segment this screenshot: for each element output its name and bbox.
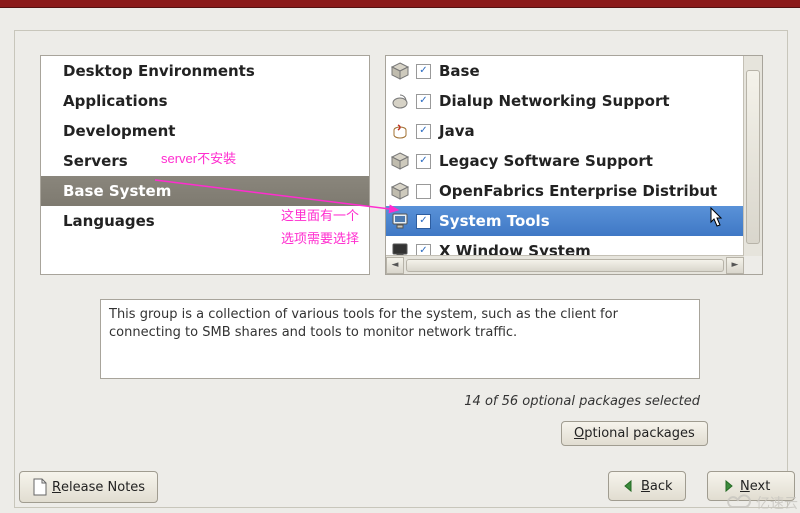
button-label: elease Notes — [61, 480, 145, 495]
scroll-thumb[interactable] — [746, 70, 760, 244]
box-icon — [390, 61, 410, 81]
package-panel: ✓ Base ✓ Dialup Networking Support ✓ Jav… — [385, 55, 763, 275]
watermark-text: 亿速云 — [756, 493, 798, 513]
arrow-left-icon — [621, 478, 637, 494]
box-icon — [390, 151, 410, 171]
package-checkbox[interactable]: ✓ — [416, 64, 431, 79]
package-description: This group is a collection of various to… — [100, 299, 700, 379]
screen-icon — [390, 241, 410, 256]
computer-icon — [390, 211, 410, 231]
package-label: X Window System — [439, 242, 591, 256]
button-accel: R — [52, 480, 61, 495]
category-list[interactable]: Desktop Environments Applications Develo… — [40, 55, 370, 275]
arrow-right-icon — [720, 478, 736, 494]
package-checkbox[interactable]: ✓ — [416, 124, 431, 139]
back-button[interactable]: Back — [608, 471, 686, 501]
package-item-base[interactable]: ✓ Base — [386, 56, 744, 86]
button-label: ptional packages — [584, 426, 695, 441]
package-label: Dialup Networking Support — [439, 92, 670, 110]
page-icon — [32, 478, 48, 496]
button-label: ack — [650, 479, 673, 494]
category-item-languages[interactable]: Languages — [41, 206, 369, 236]
scroll-thumb[interactable] — [406, 259, 724, 272]
category-item-servers[interactable]: Servers — [41, 146, 369, 176]
lists-row: Desktop Environments Applications Develo… — [40, 55, 765, 275]
scroll-left-icon[interactable]: ◄ — [386, 257, 404, 274]
package-checkbox[interactable]: ✓ — [416, 214, 431, 229]
category-item-desktop-environments[interactable]: Desktop Environments — [41, 56, 369, 86]
category-item-development[interactable]: Development — [41, 116, 369, 146]
scroll-right-icon[interactable]: ► — [726, 257, 744, 274]
button-accel: N — [740, 479, 750, 494]
box-icon — [390, 181, 410, 201]
java-icon — [390, 121, 410, 141]
watermark: 亿速云 — [724, 493, 798, 513]
category-item-applications[interactable]: Applications — [41, 86, 369, 116]
vertical-scrollbar[interactable] — [743, 56, 762, 256]
package-checkbox[interactable] — [416, 184, 431, 199]
package-item-java[interactable]: ✓ Java — [386, 116, 744, 146]
horizontal-scrollbar[interactable]: ◄ ► — [386, 255, 744, 274]
package-label: Java — [439, 122, 475, 140]
package-checkbox[interactable]: ✓ — [416, 94, 431, 109]
package-item-system-tools[interactable]: ✓ System Tools — [386, 206, 744, 236]
package-item-legacy[interactable]: ✓ Legacy Software Support — [386, 146, 744, 176]
modem-icon — [390, 91, 410, 111]
button-accel: B — [641, 479, 650, 494]
package-label: OpenFabrics Enterprise Distribut — [439, 182, 717, 200]
package-label: Legacy Software Support — [439, 152, 653, 170]
package-item-x-window[interactable]: ✓ X Window System — [386, 236, 744, 256]
button-label: ext — [750, 479, 771, 494]
release-notes-button[interactable]: Release Notes — [19, 471, 158, 503]
package-checkbox[interactable]: ✓ — [416, 154, 431, 169]
installer-panel: Desktop Environments Applications Develo… — [14, 30, 788, 508]
window-top-bar — [0, 0, 800, 8]
package-item-openfabrics[interactable]: OpenFabrics Enterprise Distribut — [386, 176, 744, 206]
package-label: Base — [439, 62, 480, 80]
package-label: System Tools — [439, 212, 550, 230]
category-item-base-system[interactable]: Base System — [41, 176, 369, 206]
package-list[interactable]: ✓ Base ✓ Dialup Networking Support ✓ Jav… — [386, 56, 744, 256]
optional-packages-button[interactable]: Optional packages — [561, 421, 708, 446]
button-accel: O — [574, 426, 584, 441]
package-item-dialup[interactable]: ✓ Dialup Networking Support — [386, 86, 744, 116]
optional-packages-count: 14 of 56 optional packages selected — [15, 394, 700, 409]
